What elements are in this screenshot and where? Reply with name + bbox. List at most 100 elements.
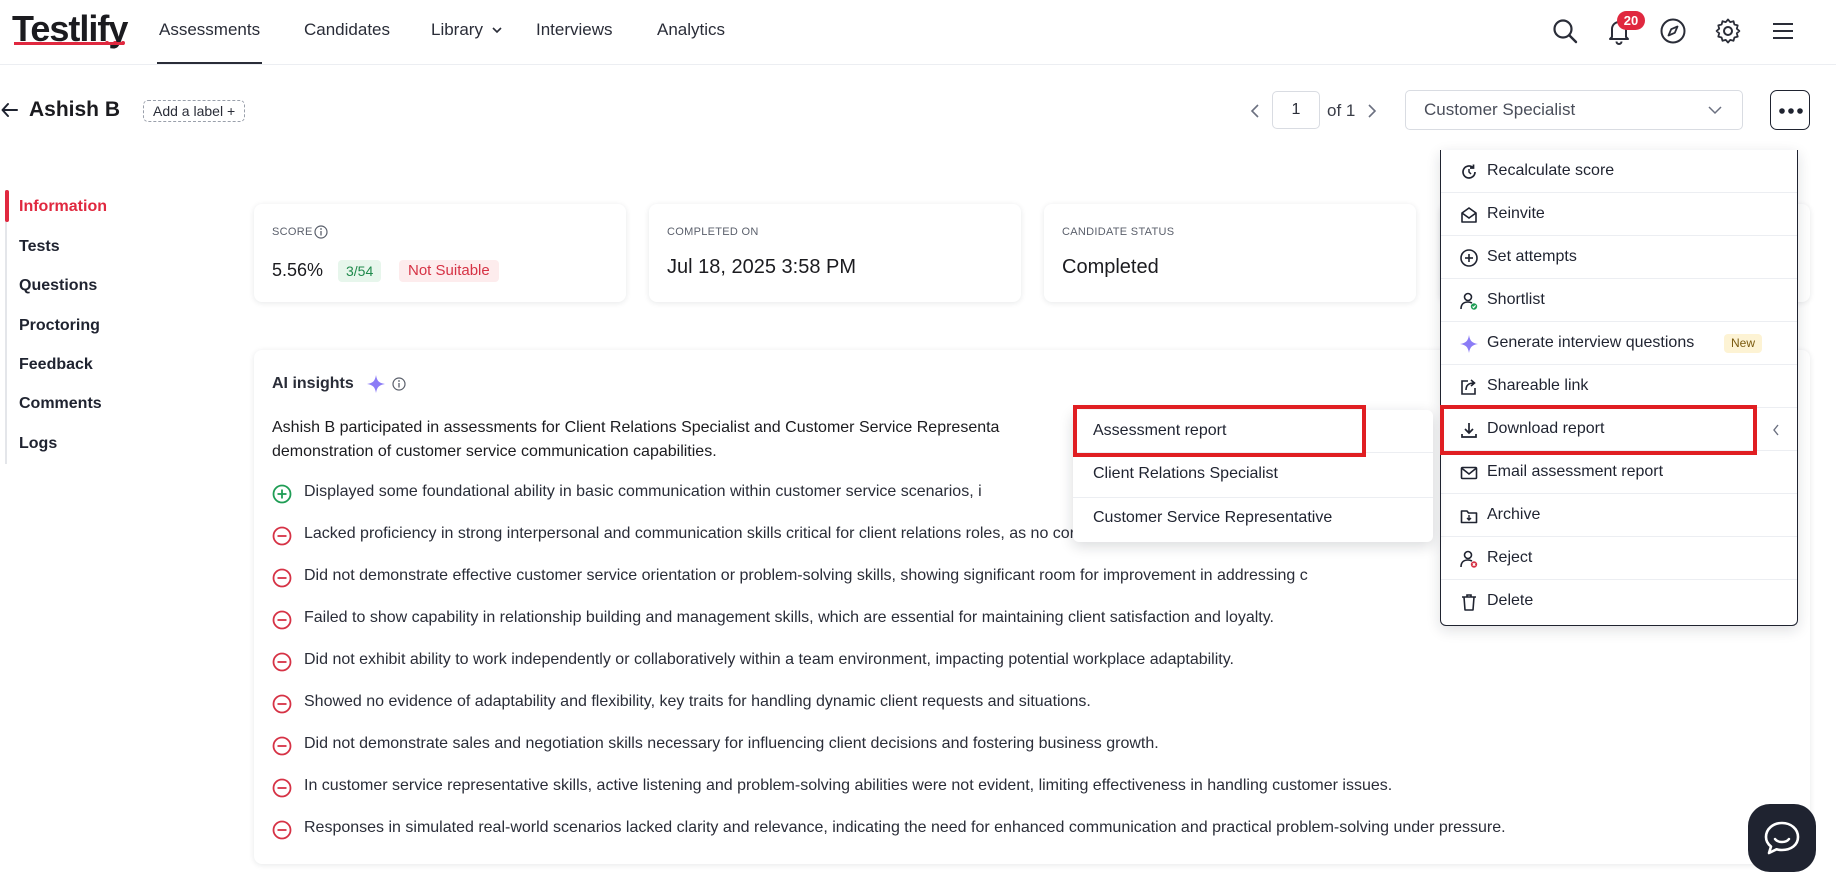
nav-analytics[interactable]: Analytics <box>657 20 725 40</box>
submenu-item-customer-service-representative[interactable]: Customer Service Representative <box>1093 509 1332 527</box>
insight-text: Did not exhibit ability to work independ… <box>304 651 1234 668</box>
gear-icon[interactable] <box>1712 15 1744 47</box>
menu-item-shareable-link[interactable]: Shareable link <box>1441 365 1797 408</box>
completed-on-card: COMPLETED ON Jul 18, 2025 3:58 PM <box>649 204 1021 302</box>
sidebar-active-indicator <box>5 190 9 222</box>
notification-badge: 20 <box>1617 11 1645 30</box>
menu-item-label: Delete <box>1487 592 1534 609</box>
insight-text: Failed to show capability in relationshi… <box>304 609 1274 626</box>
info-icon[interactable] <box>314 225 328 239</box>
trash-icon <box>1462 594 1476 611</box>
sidebar-item-comments[interactable]: Comments <box>19 395 102 413</box>
top-navigation: Testlify Assessments Candidates Library … <box>0 0 1836 65</box>
chevron-left-icon[interactable] <box>1248 103 1262 119</box>
menu-item-label: Reinvite <box>1487 205 1545 222</box>
assessment-role-select[interactable]: Customer Specialist <box>1405 90 1743 130</box>
minus-circle-icon <box>272 778 292 798</box>
sparkle-icon <box>1460 335 1478 353</box>
nav-assessments[interactable]: Assessments <box>156 20 263 64</box>
menu-item-reinvite[interactable]: Reinvite <box>1441 193 1797 236</box>
insight-text: Showed no evidence of adaptability and f… <box>304 693 1091 710</box>
more-dots-icon <box>1779 108 1803 114</box>
page-number-input[interactable]: 1 <box>1272 91 1320 129</box>
recalculate-icon <box>1462 164 1476 179</box>
menu-item-reject[interactable]: Reject <box>1441 537 1797 580</box>
menu-item-set-attempts[interactable]: Set attempts <box>1441 236 1797 279</box>
score-ratio-badge: 3/54 <box>338 260 382 282</box>
chat-bubble-icon <box>1764 821 1800 855</box>
user-check-icon <box>1460 292 1478 310</box>
more-actions-button[interactable] <box>1770 90 1810 130</box>
menu-item-generate-interview-questions[interactable]: Generate interview questions New <box>1441 322 1797 365</box>
menu-item-label: Reject <box>1487 549 1533 566</box>
mail-icon <box>1460 466 1478 480</box>
info-icon[interactable] <box>392 377 406 391</box>
sidebar-item-questions[interactable]: Questions <box>19 277 97 295</box>
share-icon <box>1461 379 1476 395</box>
menu-item-archive[interactable]: Archive <box>1441 494 1797 537</box>
menu-item-label: Set attempts <box>1487 248 1577 265</box>
nav-library-label: Library <box>431 20 483 39</box>
help-chat-button[interactable] <box>1748 804 1816 872</box>
plus-circle-icon <box>272 484 292 504</box>
chevron-down-icon <box>492 27 502 34</box>
nav-interviews[interactable]: Interviews <box>536 20 613 40</box>
sidebar-item-tests[interactable]: Tests <box>19 238 60 256</box>
menu-item-label: Shortlist <box>1487 291 1545 308</box>
highlight-box-assessment-report <box>1073 405 1366 457</box>
compass-icon[interactable] <box>1657 15 1689 47</box>
minus-circle-icon <box>272 820 292 840</box>
chevron-left-icon <box>1773 424 1779 436</box>
menu-item-label: Shareable link <box>1487 377 1589 394</box>
nav-candidates[interactable]: Candidates <box>304 20 390 40</box>
score-value: 5.56% <box>272 260 324 280</box>
highlight-box-download-report <box>1440 405 1757 455</box>
menu-item-shortlist[interactable]: Shortlist <box>1441 279 1797 322</box>
insight-text: Displayed some foundational ability in b… <box>304 483 982 500</box>
suitability-badge: Not Suitable <box>399 260 499 282</box>
insight-text: Responses in simulated real-world scenar… <box>304 819 1506 836</box>
submenu-item-client-relations-specialist[interactable]: Client Relations Specialist <box>1093 465 1278 483</box>
chevron-down-icon <box>1708 106 1722 115</box>
sidebar-item-information[interactable]: Information <box>19 198 107 216</box>
ai-insights-title: AI insights <box>272 375 354 392</box>
candidate-status-card: CANDIDATE STATUS Completed <box>1044 204 1416 302</box>
archive-folder-icon <box>1460 510 1478 524</box>
sparkle-icon <box>367 375 385 393</box>
sidebar-item-feedback[interactable]: Feedback <box>19 356 93 374</box>
hamburger-menu-icon[interactable] <box>1767 15 1799 47</box>
insight-text: Did not demonstrate effective customer s… <box>304 567 1308 584</box>
candidate-status-value: Completed <box>1062 256 1159 278</box>
menu-item-label: Generate interview questions <box>1487 334 1695 351</box>
minus-circle-icon <box>272 652 292 672</box>
insight-text: Did not demonstrate sales and negotiatio… <box>304 735 1159 752</box>
menu-item-email-assessment-report[interactable]: Email assessment report <box>1441 451 1797 494</box>
sidebar-item-logs[interactable]: Logs <box>19 435 57 453</box>
user-x-icon <box>1460 550 1478 568</box>
minus-circle-icon <box>272 568 292 588</box>
minus-circle-icon <box>272 694 292 714</box>
score-card: SCORE 5.56% 3/54 Not Suitable <box>254 204 626 302</box>
menu-item-recalculate-score[interactable]: Recalculate score <box>1441 150 1797 193</box>
completed-on-value: Jul 18, 2025 3:58 PM <box>667 256 857 278</box>
nav-library[interactable]: Library <box>431 20 502 40</box>
role-select-value: Customer Specialist <box>1424 100 1576 119</box>
new-badge: New <box>1724 334 1763 353</box>
insight-text: In customer service representative skill… <box>304 777 1393 794</box>
completed-on-label: COMPLETED ON <box>667 226 759 238</box>
menu-item-delete[interactable]: Delete <box>1441 580 1797 623</box>
back-arrow-icon[interactable] <box>0 100 20 120</box>
menu-item-label: Recalculate score <box>1487 162 1615 179</box>
minus-circle-icon <box>272 736 292 756</box>
candidate-sidebar: Information Tests Questions Proctoring F… <box>5 190 145 464</box>
candidate-status-label: CANDIDATE STATUS <box>1062 226 1175 238</box>
chevron-right-icon[interactable] <box>1365 103 1379 119</box>
logo-dots-icon <box>105 41 125 45</box>
menu-item-label: Email assessment report <box>1487 463 1664 480</box>
add-label-button[interactable]: Add a label + <box>143 100 246 122</box>
minus-circle-icon <box>272 526 292 546</box>
page-total: of 1 <box>1327 101 1356 120</box>
sidebar-item-proctoring[interactable]: Proctoring <box>19 317 100 335</box>
search-icon[interactable] <box>1549 15 1581 47</box>
score-label: SCORE <box>272 226 313 238</box>
